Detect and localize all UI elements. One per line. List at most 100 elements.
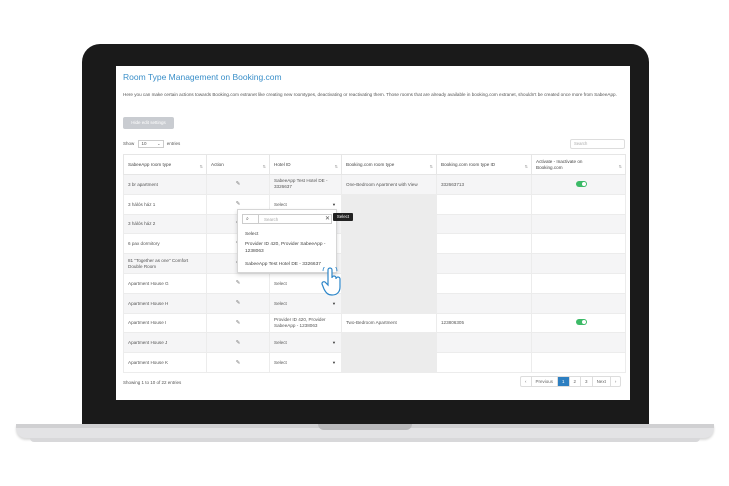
booking-room-type-cell: [341, 352, 437, 373]
pencil-icon[interactable]: ✎: [236, 340, 241, 346]
col-booking-room-type-id[interactable]: Booking.com room type ID ⇅: [436, 154, 532, 175]
search-icon: ⌕: [246, 216, 249, 222]
table-row: Apartment House H ✎ Select ▼: [123, 292, 626, 314]
hotel-select[interactable]: Select ▼: [269, 332, 342, 354]
room-type-cell: Apartment House K: [123, 352, 207, 373]
pencil-icon[interactable]: ✎: [236, 320, 241, 326]
table-row: Apartment House G ✎ Select▼: [123, 272, 626, 294]
action-cell: ✎: [206, 292, 270, 314]
dropdown-option-test-hotel[interactable]: SabeeApp Test Hotel DE - 3326637: [245, 262, 321, 267]
dropdown-option-provider[interactable]: Provider ID 420, Provider SabeeApp - 123…: [245, 242, 331, 255]
activate-cell: [531, 312, 626, 334]
activate-cell: [531, 352, 626, 373]
dropdown-search-input[interactable]: ⌕ Search ✕: [242, 214, 332, 224]
pencil-icon[interactable]: ✎: [236, 300, 241, 306]
booking-room-type-cell: [341, 332, 437, 354]
activate-cell: [531, 272, 626, 294]
laptop-notch: [318, 424, 412, 430]
activate-cell: [531, 332, 626, 354]
room-type-cell: 3 hálós ház 1: [123, 193, 207, 215]
table-row: Apartment House I ✎ Provider ID 420, Pro…: [123, 312, 626, 334]
activate-toggle[interactable]: [576, 180, 587, 187]
show-label: Show: [123, 141, 135, 147]
table-info: Showing 1 to 10 of 22 entries: [123, 380, 182, 385]
table-row: 6 pax dormitory ✎: [123, 233, 626, 255]
booking-room-type-cell: [341, 213, 437, 235]
booking-room-type-cell: [341, 253, 437, 274]
activate-cell: [531, 233, 626, 255]
activate-cell: [531, 213, 626, 235]
table-row: 3 hálós ház 2 ✎: [123, 213, 626, 235]
col-activate[interactable]: Activate - Inactivate on Booking.com ⇅: [531, 154, 626, 175]
col-label: Hotel ID: [274, 162, 291, 167]
action-cell: ✎: [206, 174, 270, 195]
room-type-cell: Apartment House G: [123, 272, 207, 294]
col-hotel-id[interactable]: Hotel ID ⇅: [269, 154, 342, 175]
booking-room-id-cell: [436, 332, 532, 354]
pager-page-3[interactable]: 3: [581, 377, 593, 386]
booking-room-id-cell: [436, 352, 532, 373]
hotel-select-value: Select: [274, 201, 287, 207]
booking-room-id-cell: 123806305: [436, 312, 532, 334]
pencil-icon[interactable]: ✎: [236, 201, 241, 207]
action-cell: ✎: [206, 332, 270, 354]
hotel-select-value: Select: [274, 340, 287, 346]
entries-label: entries: [166, 141, 181, 147]
col-label: Booking.com room type ID: [441, 162, 496, 167]
sort-icon: ⇅: [334, 164, 338, 169]
col-action[interactable]: Action ⇅: [206, 154, 270, 175]
col-sabeeapp-room-type[interactable]: SabeeApp room type ⇅: [123, 154, 207, 175]
activate-cell: [531, 174, 626, 195]
pager-page-2[interactable]: 2: [570, 377, 582, 386]
hotel-select-value: Select: [274, 360, 287, 366]
room-type-cell: 3 hálós ház 2: [123, 213, 207, 235]
booking-room-type-cell: [341, 272, 437, 294]
room-type-cell: Apartment House J: [123, 332, 207, 354]
booking-room-type-cell: Two-Bedroom Apartment: [341, 312, 437, 334]
hotel-id-cell: SabeeApp Test Hotel DE - 3326637: [269, 174, 342, 195]
room-type-cell: Apartment House H: [123, 292, 207, 314]
booking-room-id-cell: [436, 213, 532, 235]
pager-last[interactable]: ›: [611, 377, 621, 386]
dropdown-option-select[interactable]: Select: [245, 232, 258, 237]
booking-room-id-cell: [436, 253, 532, 274]
sort-icon: ⇅: [429, 164, 433, 169]
col-label: Action: [211, 162, 224, 167]
col-label: Activate - Inactivate on Booking.com: [536, 158, 583, 170]
booking-room-type-cell: One-Bedroom Apartment with View: [341, 174, 437, 195]
pager-page-1[interactable]: 1: [558, 377, 570, 386]
action-cell: ✎: [206, 312, 270, 334]
hotel-dropdown: ⌕ Search ✕ Select Provider ID 420, Provi…: [237, 209, 337, 273]
booking-room-type-cell: [341, 233, 437, 255]
hide-edit-settings-button[interactable]: Hide edit settings: [123, 117, 174, 129]
col-booking-room-type[interactable]: Booking.com room type ⇅: [341, 154, 437, 175]
table-row: Apartment House K ✎ Select ▼: [123, 352, 626, 373]
pager-next[interactable]: Next: [593, 377, 611, 386]
table-search-input[interactable]: Search: [570, 139, 625, 149]
table-row: 3 hálós ház 1 ✎ Select ▼: [123, 193, 626, 215]
pager-previous[interactable]: Previous: [532, 377, 559, 386]
page-description: Here you can make certain actions toward…: [123, 92, 617, 97]
room-type-cell: Apartment House I: [123, 312, 207, 334]
divider: [258, 215, 259, 223]
activate-toggle[interactable]: [576, 319, 587, 326]
pencil-icon[interactable]: ✎: [236, 181, 241, 187]
pager-first[interactable]: ‹: [521, 377, 532, 386]
page-title: Room Type Management on Booking.com: [123, 72, 282, 82]
pagination: ‹ Previous 1 2 3 Next ›: [520, 376, 622, 387]
booking-room-id-cell: [436, 233, 532, 255]
hotel-select[interactable]: Select ▼: [269, 352, 342, 373]
close-icon[interactable]: ✕: [325, 215, 330, 222]
hotel-id-cell: Provider ID 420, Provider SabeeApp - 123…: [269, 312, 342, 334]
booking-room-type-cell: [341, 292, 437, 314]
pencil-icon[interactable]: ✎: [236, 280, 241, 286]
booking-room-id-cell: [436, 272, 532, 294]
sort-icon: ⇅: [618, 164, 622, 169]
entries-control: Show 10 ⌄ entries: [123, 140, 180, 148]
sort-icon: ⇅: [262, 164, 266, 169]
pencil-icon[interactable]: ✎: [236, 360, 241, 366]
room-type-cell: 81 "Together as one" Comfort Double Room: [123, 253, 207, 274]
app-screen: Room Type Management on Booking.com Here…: [116, 66, 630, 400]
hotel-select-value: Select: [274, 300, 287, 306]
entries-select[interactable]: 10 ⌄: [137, 140, 164, 148]
